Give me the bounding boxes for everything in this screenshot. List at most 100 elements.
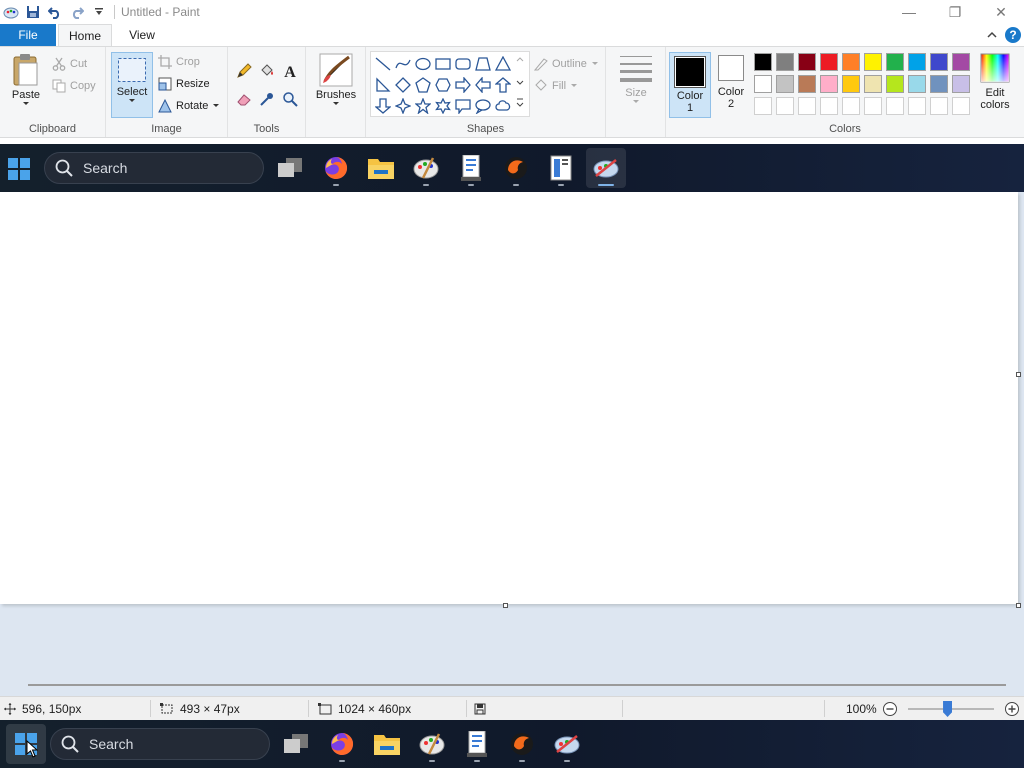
custom-color-swatch[interactable] bbox=[776, 97, 794, 115]
orange-bird-app-icon[interactable] bbox=[496, 148, 536, 188]
windows-start-icon[interactable] bbox=[8, 158, 30, 183]
paint-app-icon[interactable] bbox=[2, 3, 20, 21]
firefox-icon[interactable] bbox=[322, 724, 362, 764]
fill-bucket-icon[interactable] bbox=[257, 61, 277, 81]
text-icon[interactable]: A bbox=[280, 61, 300, 81]
firefox-icon[interactable] bbox=[316, 148, 356, 188]
canvas-resize-handle-bottom[interactable] bbox=[503, 603, 508, 608]
six-point-star-shape-icon[interactable] bbox=[434, 97, 452, 115]
down-arrow-shape-icon[interactable] bbox=[374, 97, 392, 115]
task-view-icon[interactable] bbox=[276, 724, 316, 764]
color-swatch[interactable] bbox=[842, 53, 860, 71]
color-swatch[interactable] bbox=[864, 53, 882, 71]
paint-palette-icon[interactable] bbox=[412, 724, 452, 764]
fill-button[interactable]: Fill bbox=[534, 77, 578, 95]
polygon-shape-icon[interactable] bbox=[474, 55, 492, 73]
color-swatch[interactable] bbox=[908, 75, 926, 93]
up-arrow-shape-icon[interactable] bbox=[494, 76, 512, 94]
color-swatch[interactable] bbox=[820, 75, 838, 93]
color-swatch[interactable] bbox=[842, 75, 860, 93]
cut-button[interactable]: Cut bbox=[52, 55, 87, 73]
custom-color-swatch[interactable] bbox=[820, 97, 838, 115]
paint-app-taskbar-icon[interactable] bbox=[547, 724, 587, 764]
zoom-slider-thumb[interactable] bbox=[943, 701, 953, 717]
tab-file[interactable]: File bbox=[0, 24, 56, 46]
paint-palette-icon[interactable] bbox=[406, 148, 446, 188]
pentagon-shape-icon[interactable] bbox=[414, 76, 432, 94]
drawing-canvas[interactable] bbox=[0, 192, 1018, 604]
file-explorer-icon[interactable] bbox=[367, 724, 407, 764]
redo-icon[interactable] bbox=[68, 3, 86, 21]
custom-color-swatch[interactable] bbox=[842, 97, 860, 115]
orange-bird-app-icon[interactable] bbox=[502, 724, 542, 764]
reader-app-icon[interactable] bbox=[541, 148, 581, 188]
task-view-icon[interactable] bbox=[270, 148, 310, 188]
size-button[interactable]: Size bbox=[618, 53, 654, 105]
canvas-resize-handle-right[interactable] bbox=[1016, 372, 1021, 377]
color-swatch[interactable] bbox=[930, 75, 948, 93]
shapes-scroll[interactable] bbox=[514, 53, 526, 113]
brushes-button[interactable]: Brushes bbox=[314, 53, 358, 107]
undo-icon[interactable] bbox=[46, 3, 64, 21]
paste-button[interactable]: Paste bbox=[6, 53, 46, 107]
four-point-star-shape-icon[interactable] bbox=[394, 97, 412, 115]
rectangle-shape-icon[interactable] bbox=[434, 55, 452, 73]
color-swatch[interactable] bbox=[798, 75, 816, 93]
custom-color-swatch[interactable] bbox=[908, 97, 926, 115]
select-button[interactable]: Select bbox=[111, 52, 153, 118]
zoom-slider-track[interactable] bbox=[908, 701, 994, 717]
outline-button[interactable]: Outline bbox=[534, 55, 599, 73]
eraser-icon[interactable] bbox=[234, 89, 254, 109]
diamond-shape-icon[interactable] bbox=[394, 76, 412, 94]
zoom-in-button[interactable] bbox=[1004, 697, 1020, 720]
collapse-ribbon-icon[interactable] bbox=[986, 29, 998, 44]
color-picker-icon[interactable] bbox=[257, 89, 277, 109]
close-icon[interactable]: ✕ bbox=[978, 0, 1024, 24]
color-swatch[interactable] bbox=[754, 53, 772, 71]
canvas-resize-handle-corner[interactable] bbox=[1016, 603, 1021, 608]
rounded-rectangle-shape-icon[interactable] bbox=[454, 55, 472, 73]
color-swatch[interactable] bbox=[908, 53, 926, 71]
color-swatch[interactable] bbox=[930, 53, 948, 71]
rectangular-callout-shape-icon[interactable] bbox=[454, 97, 472, 115]
zoom-out-button[interactable] bbox=[882, 697, 898, 720]
color-swatch[interactable] bbox=[886, 53, 904, 71]
maximize-icon[interactable]: ❐ bbox=[932, 0, 978, 24]
magnifier-icon[interactable] bbox=[280, 89, 300, 109]
triangle-shape-icon[interactable] bbox=[494, 55, 512, 73]
oval-shape-icon[interactable] bbox=[414, 55, 432, 73]
custom-color-swatch[interactable] bbox=[930, 97, 948, 115]
copy-button[interactable]: Copy bbox=[52, 77, 96, 95]
pencil-icon[interactable] bbox=[234, 61, 254, 81]
curve-shape-icon[interactable] bbox=[394, 55, 412, 73]
minimize-icon[interactable]: — bbox=[886, 0, 932, 24]
tab-home[interactable]: Home bbox=[58, 24, 112, 46]
file-explorer-icon[interactable] bbox=[361, 148, 401, 188]
line-shape-icon[interactable] bbox=[374, 55, 392, 73]
customize-toolbar-icon[interactable] bbox=[90, 3, 108, 21]
color-swatch[interactable] bbox=[886, 75, 904, 93]
save-icon[interactable] bbox=[24, 3, 42, 21]
color-swatch[interactable] bbox=[820, 53, 838, 71]
resize-button[interactable]: Resize bbox=[158, 75, 210, 93]
color-swatch[interactable] bbox=[864, 75, 882, 93]
crop-button[interactable]: Crop bbox=[158, 53, 200, 71]
custom-color-swatch[interactable] bbox=[886, 97, 904, 115]
left-arrow-shape-icon[interactable] bbox=[474, 76, 492, 94]
color-swatch[interactable] bbox=[776, 53, 794, 71]
text-editor-icon[interactable] bbox=[457, 724, 497, 764]
color-swatch[interactable] bbox=[952, 53, 970, 71]
edit-colors-button[interactable]: Edit colors bbox=[974, 53, 1016, 111]
taskbar-search-box[interactable]: Search bbox=[50, 728, 270, 760]
horizontal-scrollbar[interactable] bbox=[28, 684, 1006, 686]
taskbar-search-box[interactable]: Search bbox=[44, 152, 264, 184]
color-swatch[interactable] bbox=[798, 53, 816, 71]
color1-button[interactable]: Color 1 bbox=[669, 52, 711, 118]
help-icon[interactable]: ? bbox=[1004, 26, 1022, 47]
text-editor-icon[interactable] bbox=[451, 148, 491, 188]
custom-color-swatch[interactable] bbox=[864, 97, 882, 115]
custom-color-swatch[interactable] bbox=[754, 97, 772, 115]
five-point-star-shape-icon[interactable] bbox=[414, 97, 432, 115]
right-arrow-shape-icon[interactable] bbox=[454, 76, 472, 94]
paint-app-taskbar-icon[interactable] bbox=[586, 148, 626, 188]
